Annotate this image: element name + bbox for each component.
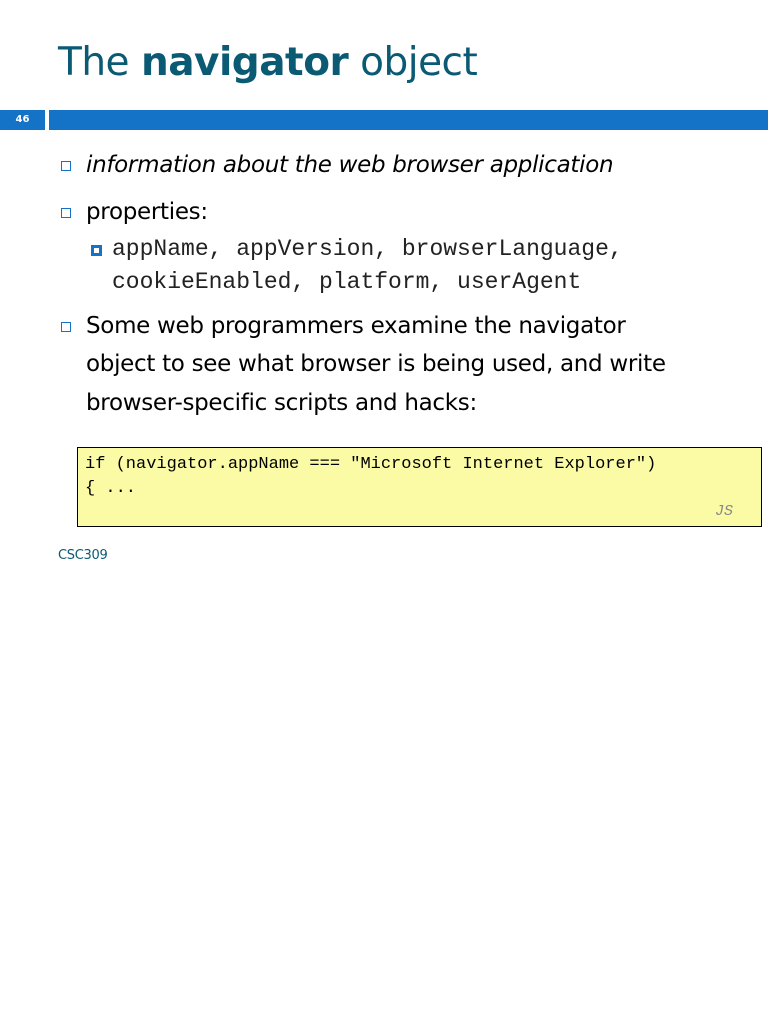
bullet-1-text: information about the web browser applic… — [86, 152, 614, 178]
square-bullet-icon — [61, 161, 71, 171]
title-prefix: The — [58, 40, 141, 85]
square-bullet-icon — [61, 322, 71, 332]
bullet-3-line-3: browser-specific scripts and hacks: — [86, 390, 477, 416]
bullet-3-line-2: object to see what browser is being used… — [86, 351, 666, 377]
title-accent-bar — [49, 110, 768, 130]
square-bullet-icon — [61, 208, 71, 218]
slide-number: 46 — [0, 110, 45, 130]
bullet-3-line-1: Some web programmers examine the navigat… — [86, 313, 626, 339]
slide-footer: CSC309 — [58, 548, 108, 563]
title-bold-word: navigator — [140, 40, 349, 85]
title-suffix: object — [348, 40, 478, 85]
code-line-1: if (navigator.appName === "Microsoft Int… — [85, 455, 657, 474]
sub-bullet-line-2: cookieEnabled, platform, userAgent — [112, 269, 582, 295]
code-line-2: { ... — [85, 479, 137, 498]
code-language-label: JS — [714, 503, 733, 520]
bullet-2-text: properties: — [86, 199, 208, 225]
slide-title: The navigator object — [58, 40, 478, 87]
sub-bullet-properties: appName, appVersion, browserLanguage, co… — [112, 233, 623, 299]
sub-bullet-line-1: appName, appVersion, browserLanguage, — [112, 236, 623, 262]
code-block: if (navigator.appName === "Microsoft Int… — [77, 447, 762, 527]
filled-square-bullet-icon — [91, 245, 102, 256]
